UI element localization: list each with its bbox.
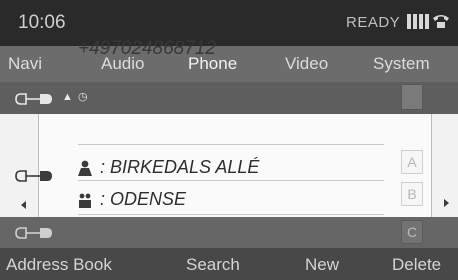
- softkey-bar: Address Book Search New Delete: [0, 248, 458, 280]
- divider: [78, 180, 384, 181]
- menu-system[interactable]: System: [373, 54, 430, 74]
- scroll-right-icon[interactable]: [444, 199, 449, 207]
- clock-small-icon: ◷: [78, 91, 88, 103]
- ready-indicator: READY: [346, 14, 401, 31]
- scroll-left-icon[interactable]: [21, 201, 26, 209]
- clock: 10:06: [18, 12, 66, 33]
- new-button[interactable]: New: [305, 255, 339, 275]
- search-button[interactable]: Search: [186, 255, 240, 275]
- main-menu: Navi Audio Phone Video System: [0, 46, 458, 82]
- menu-navi[interactable]: Navi: [8, 54, 42, 74]
- alphabet-a[interactable]: A: [401, 150, 423, 174]
- divider: [78, 214, 384, 215]
- scroll-up-button[interactable]: [401, 84, 423, 110]
- entry-header-row[interactable]: ▲ ◷: [0, 82, 458, 114]
- company-icon: [79, 193, 91, 208]
- comand-screen: 10:06 READY Navi Audio Phone Video Syste…: [0, 0, 458, 280]
- street-address[interactable]: : BIRKEDALS ALLÉ: [100, 157, 259, 178]
- entry-footer-row[interactable]: [0, 217, 458, 248]
- phone-icon: [433, 15, 449, 28]
- signal-icon: [407, 14, 429, 29]
- connector-icon: [15, 170, 52, 182]
- delete-button[interactable]: Delete: [392, 255, 441, 275]
- alphabet-c[interactable]: C: [401, 220, 423, 244]
- alphabet-b[interactable]: B: [401, 182, 423, 206]
- divider: [78, 144, 384, 145]
- city-address[interactable]: : ODENSE: [100, 189, 186, 210]
- menu-video[interactable]: Video: [285, 54, 328, 74]
- address-book-button[interactable]: Address Book: [6, 255, 112, 275]
- person-small-icon: ▲: [62, 91, 73, 103]
- connector-icon: [15, 227, 52, 239]
- phone-number[interactable]: +497024868712: [78, 38, 216, 60]
- person-icon: [78, 160, 92, 176]
- status-bar: 10:06 READY: [0, 0, 458, 46]
- connector-icon: [15, 93, 52, 105]
